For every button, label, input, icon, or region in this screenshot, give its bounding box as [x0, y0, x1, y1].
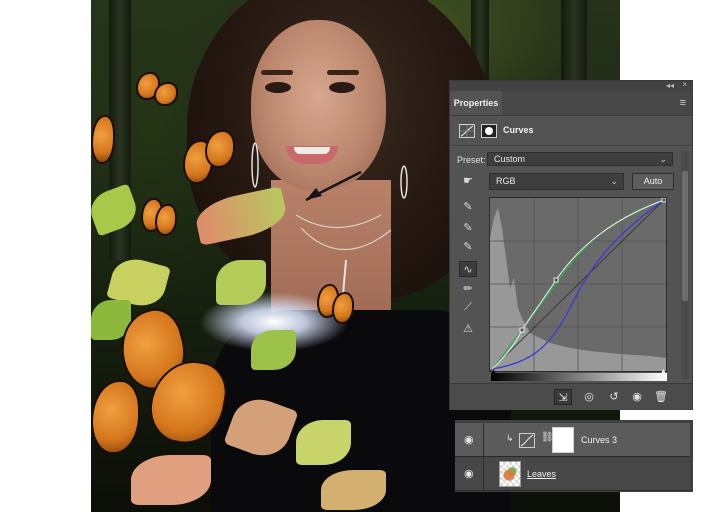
- preset-value: Custom: [494, 154, 526, 164]
- view-previous-icon[interactable]: ◎: [580, 389, 598, 405]
- leaf: [216, 260, 266, 305]
- panel-bottom-toolbar: ⇲ ◎ ↺ ◉ 🗑: [450, 383, 692, 410]
- curve-points-icon[interactable]: ∿: [459, 261, 477, 277]
- preset-dropdown[interactable]: Custom ⌄: [487, 152, 673, 166]
- curves-adjustment-icon[interactable]: [459, 124, 475, 138]
- input-gradient-bar: [491, 373, 667, 381]
- smooth-curve-icon[interactable]: ⟋: [459, 299, 477, 315]
- layer-name[interactable]: Leaves: [527, 469, 556, 479]
- leaf: [296, 420, 351, 465]
- clip-to-layer-icon[interactable]: ⇲: [554, 389, 572, 405]
- layer-mask-icon[interactable]: [481, 124, 497, 138]
- clipping-warning-icon[interactable]: ⚠: [459, 321, 477, 337]
- curves-graph[interactable]: [489, 197, 667, 372]
- layer-row-leaves[interactable]: ◉ Leaves: [455, 457, 690, 491]
- panel-title-bar[interactable]: [450, 81, 692, 91]
- butterfly: [91, 303, 232, 460]
- channel-dropdown[interactable]: RGB ⌄: [489, 173, 624, 190]
- layer-thumbnail[interactable]: [499, 461, 521, 487]
- properties-panel: ◂◂ × Properties ≡ Curves Preset: Custom …: [449, 80, 693, 410]
- divider: [450, 145, 692, 146]
- right-earring: [400, 165, 408, 199]
- preset-label: Preset:: [457, 155, 486, 165]
- leaf: [251, 330, 296, 370]
- butterfly: [183, 130, 235, 190]
- panel-menu-icon[interactable]: ≡: [680, 97, 686, 109]
- butterfly: [136, 72, 178, 108]
- reset-icon[interactable]: ↺: [605, 389, 623, 405]
- layer-row-curves[interactable]: ◉ ↳ ⛓ Curves 3: [455, 423, 690, 457]
- arrow-head: [306, 188, 322, 200]
- layer-mask-thumbnail[interactable]: [552, 427, 574, 453]
- white-point-slider[interactable]: ▲: [660, 368, 667, 375]
- visibility-icon[interactable]: ◉: [628, 389, 646, 405]
- clipping-arrow-icon: ↳: [506, 433, 514, 443]
- collapse-panel-icon[interactable]: ◂◂: [666, 81, 674, 90]
- butterfly: [141, 198, 177, 236]
- curves-plot[interactable]: [490, 198, 666, 371]
- divider: [483, 423, 484, 456]
- gray-point-eyedropper-icon[interactable]: ✎: [459, 220, 477, 236]
- divider: [483, 457, 484, 490]
- leaf: [131, 455, 211, 505]
- chevron-down-icon: ⌄: [610, 176, 618, 186]
- curve-point: [661, 198, 666, 203]
- on-image-adjust-icon[interactable]: ☛: [459, 173, 477, 189]
- panel-scrollbar[interactable]: [681, 151, 689, 379]
- layer-name[interactable]: Curves 3: [581, 435, 617, 445]
- panel-tab-row: Properties ≡: [450, 91, 692, 116]
- butterfly: [91, 115, 115, 165]
- curve-point: [553, 277, 559, 283]
- tab-properties[interactable]: Properties: [450, 91, 502, 115]
- pencil-icon[interactable]: ✏: [459, 281, 477, 297]
- white-point-eyedropper-icon[interactable]: ✎: [459, 239, 477, 255]
- channel-value: RGB: [496, 176, 516, 186]
- scrollbar-thumb[interactable]: [682, 171, 688, 301]
- butterfly: [317, 284, 354, 324]
- curves-layer-icon[interactable]: [519, 433, 535, 448]
- chevron-down-icon: ⌄: [659, 154, 667, 164]
- curve-point: [519, 327, 525, 333]
- eye-icon[interactable]: ◉: [464, 434, 476, 446]
- black-point-eyedropper-icon[interactable]: ✎: [459, 199, 477, 215]
- close-panel-icon[interactable]: ×: [682, 80, 687, 89]
- auto-button[interactable]: Auto: [632, 173, 674, 190]
- left-earring: [251, 142, 259, 188]
- black-point-slider[interactable]: ▲: [490, 368, 497, 375]
- trash-icon[interactable]: 🗑: [652, 389, 670, 405]
- eye-icon[interactable]: ◉: [464, 468, 476, 480]
- leaf: [321, 470, 386, 510]
- adjustment-type-label: Curves: [503, 125, 534, 135]
